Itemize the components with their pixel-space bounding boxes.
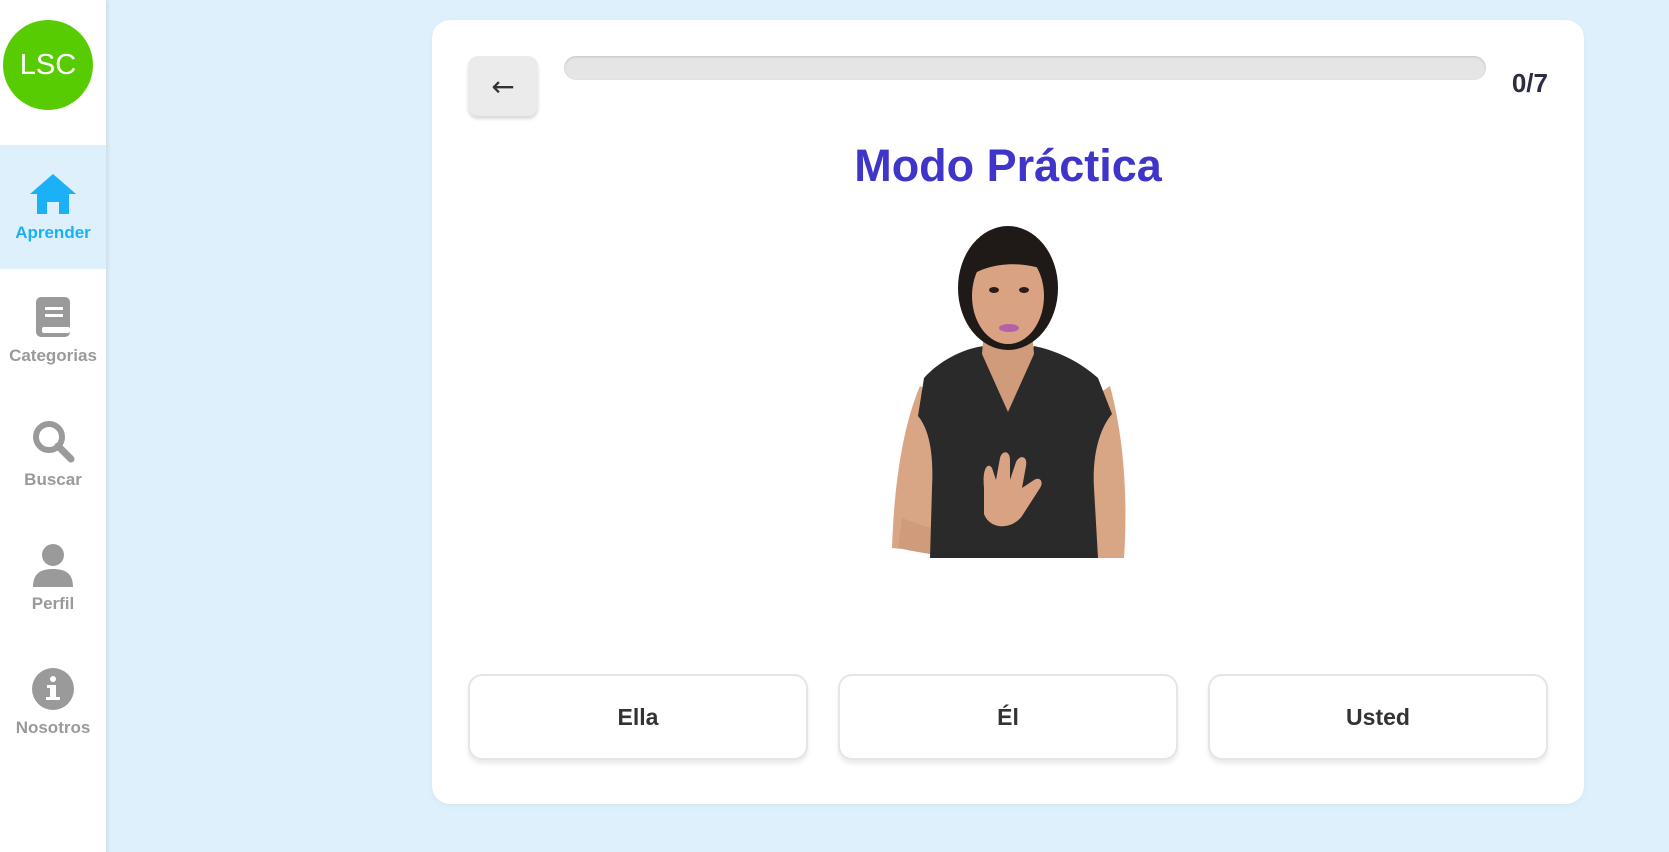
- user-icon: [27, 542, 79, 588]
- sidebar-item-label: Categorias: [9, 346, 97, 365]
- progress-count: 0/7: [1511, 68, 1548, 98]
- sidebar-item-aprender[interactable]: Aprender: [0, 145, 106, 269]
- sidebar-item-label: Nosotros: [15, 718, 91, 737]
- sidebar-item-label: Perfil: [31, 594, 75, 613]
- sidebar: LSC Aprender Categorias Buscar Perfil No…: [0, 0, 106, 852]
- page-title: Modo Práctica: [854, 140, 1162, 191]
- sidebar-item-categorias[interactable]: Categorias: [0, 268, 106, 392]
- search-icon: [27, 418, 79, 464]
- sidebar-item-nosotros[interactable]: Nosotros: [0, 640, 106, 764]
- logo-text: LSC: [19, 48, 77, 81]
- answer-options: Ella Él Usted: [468, 674, 1548, 762]
- app-logo[interactable]: LSC: [3, 20, 93, 110]
- info-icon: [27, 666, 79, 712]
- back-button[interactable]: ←: [468, 56, 538, 116]
- sidebar-item-label: Aprender: [15, 223, 91, 242]
- book-icon: [27, 294, 79, 340]
- option-button[interactable]: Ella: [468, 674, 808, 760]
- sidebar-item-label: Buscar: [24, 470, 82, 489]
- option-button[interactable]: Usted: [1208, 674, 1548, 760]
- practice-card: ← 0/7 Modo Práctica Ella Él Usted: [432, 20, 1584, 804]
- sign-language-video[interactable]: [872, 218, 1144, 558]
- sidebar-item-perfil[interactable]: Perfil: [0, 516, 106, 640]
- home-icon: [27, 171, 79, 217]
- option-button[interactable]: Él: [838, 674, 1178, 760]
- sidebar-item-buscar[interactable]: Buscar: [0, 392, 106, 516]
- progress-bar: [564, 56, 1486, 80]
- signer-figure: [892, 226, 1126, 558]
